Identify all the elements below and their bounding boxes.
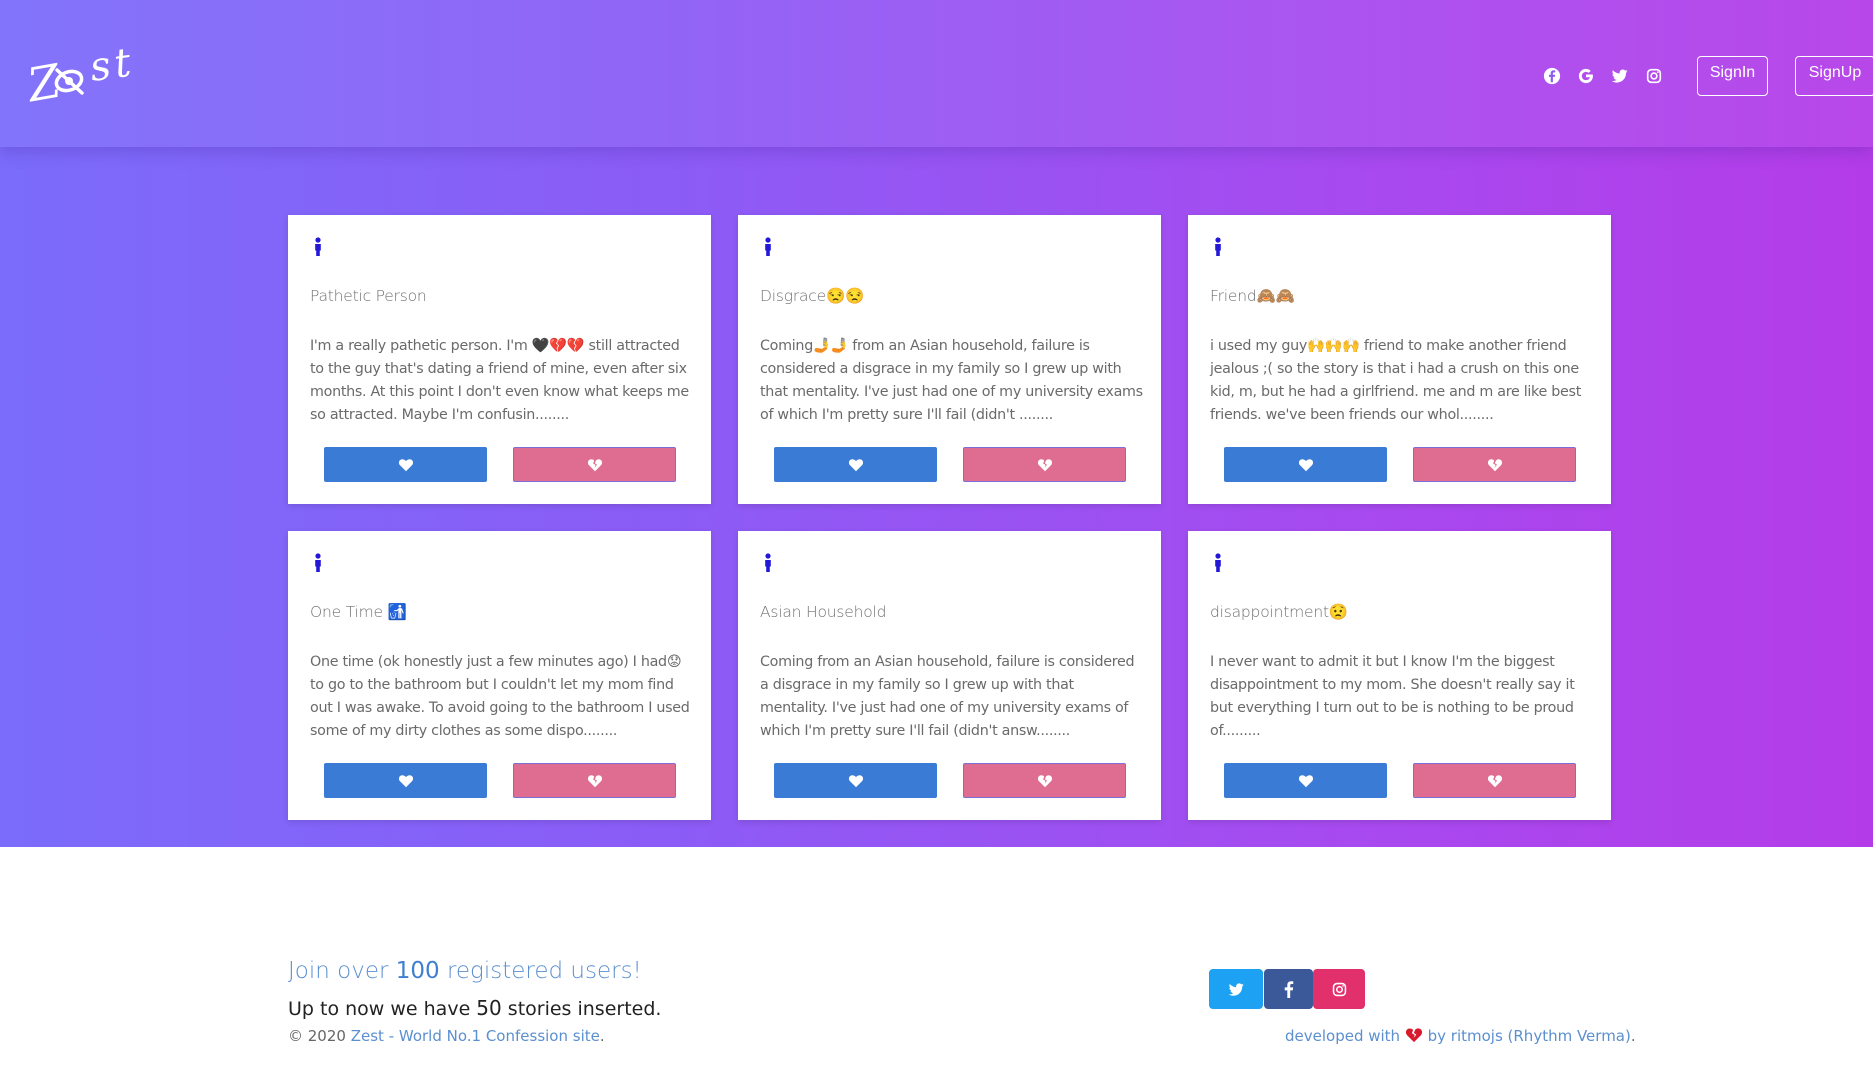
dislike-button[interactable] <box>963 763 1126 798</box>
card-body: I'm a really pathetic person. I'm 🖤💔💔 st… <box>310 338 689 423</box>
card-body: I never want to admit it but I know I'm … <box>1210 654 1575 739</box>
registered-user-count: 100 <box>395 958 440 984</box>
like-button[interactable] <box>1224 763 1387 798</box>
twitter-icon[interactable] <box>1611 67 1629 85</box>
signin-button[interactable]: SignIn <box>1697 56 1768 96</box>
card-body: Coming🤳🤳 from an Asian household, failur… <box>760 338 1143 423</box>
like-button[interactable] <box>774 447 937 482</box>
facebook-icon <box>1284 980 1294 998</box>
broken-heart-icon <box>1487 774 1502 787</box>
heart-icon <box>1298 458 1313 471</box>
like-button[interactable] <box>774 763 937 798</box>
person-icon <box>765 237 771 256</box>
dislike-button[interactable] <box>513 447 676 482</box>
person-icon <box>315 553 321 572</box>
like-button[interactable] <box>324 447 487 482</box>
signup-button[interactable]: SignUp <box>1795 56 1873 96</box>
dislike-button[interactable] <box>963 447 1126 482</box>
instagram-icon[interactable] <box>1645 67 1663 85</box>
card-body: i used my guy🙌🙌🙌 friend to make another … <box>1210 338 1581 423</box>
person-icon <box>765 553 771 572</box>
footer-stories-text: Up to now we have 50 stories inserted. <box>288 996 662 1020</box>
person-icon <box>315 237 321 256</box>
card-title: disappointment😟 <box>1210 603 1348 621</box>
dislike-button[interactable] <box>1413 763 1576 798</box>
facebook-icon[interactable] <box>1543 67 1561 85</box>
footer-facebook-button[interactable] <box>1264 969 1313 1009</box>
confession-card[interactable]: One Time 🚮 One time (ok honestly just a f… <box>288 531 711 820</box>
card-body: One time (ok honestly just a few minutes… <box>310 654 690 739</box>
footer-instagram-button[interactable] <box>1313 969 1365 1009</box>
logo-letters-st: st <box>87 39 138 91</box>
footer-site-link[interactable]: Zest - World No.1 Confession site <box>351 1027 600 1045</box>
logo-hidden-eye-icon <box>54 68 84 95</box>
confession-card[interactable]: Pathetic Person I'm a really pathetic per… <box>288 215 711 504</box>
top-navbar: Z st SignIn SignUp <box>0 0 1873 147</box>
heart-icon <box>848 458 863 471</box>
dislike-button[interactable] <box>513 763 676 798</box>
broken-heart-icon <box>1037 774 1052 787</box>
zest-logo[interactable]: Z st <box>24 39 138 112</box>
like-button[interactable] <box>1224 447 1387 482</box>
heart-icon <box>398 774 413 787</box>
broken-heart-icon <box>587 458 602 471</box>
confession-card[interactable]: Friend🙈🙈 i used my guy🙌🙌🙌 friend to make … <box>1188 215 1611 504</box>
card-title: Pathetic Person <box>310 287 427 305</box>
confession-card[interactable]: Disgrace😒😒 Coming🤳🤳 from an Asian househo… <box>738 215 1161 504</box>
footer-join-text: Join over 100 registered users! <box>288 958 642 984</box>
google-icon[interactable] <box>1577 67 1595 85</box>
heart-icon <box>1298 774 1313 787</box>
like-button[interactable] <box>324 763 487 798</box>
card-body: Coming from an Asian household, failure … <box>760 654 1135 739</box>
twitter-icon <box>1228 982 1244 996</box>
story-count: 50 <box>476 996 502 1020</box>
footer-twitter-button[interactable] <box>1209 969 1263 1009</box>
instagram-icon <box>1332 982 1346 996</box>
confession-card[interactable]: disappointment😟 I never want to admit it … <box>1188 531 1611 820</box>
dislike-button[interactable] <box>1413 447 1576 482</box>
developer-credit: developed with by ritmojs (Rhythm Verma)… <box>1285 1027 1636 1045</box>
broken-heart-icon <box>587 774 602 787</box>
footer-copyright: © 2020 Zest - World No.1 Confession site… <box>288 1027 605 1045</box>
card-title: One Time 🚮 <box>310 603 407 621</box>
card-title: Disgrace😒😒 <box>760 287 865 305</box>
broken-heart-icon <box>1487 458 1502 471</box>
heart-icon <box>398 458 413 471</box>
heart-icon <box>848 774 863 787</box>
broken-heart-icon <box>1037 458 1052 471</box>
confession-card[interactable]: Asian Household Coming from an Asian hous… <box>738 531 1161 820</box>
card-title: Friend🙈🙈 <box>1210 287 1295 305</box>
broken-heart-icon <box>1405 1028 1422 1043</box>
person-icon <box>1215 553 1221 572</box>
person-icon <box>1215 237 1221 256</box>
card-title: Asian Household <box>760 603 887 621</box>
